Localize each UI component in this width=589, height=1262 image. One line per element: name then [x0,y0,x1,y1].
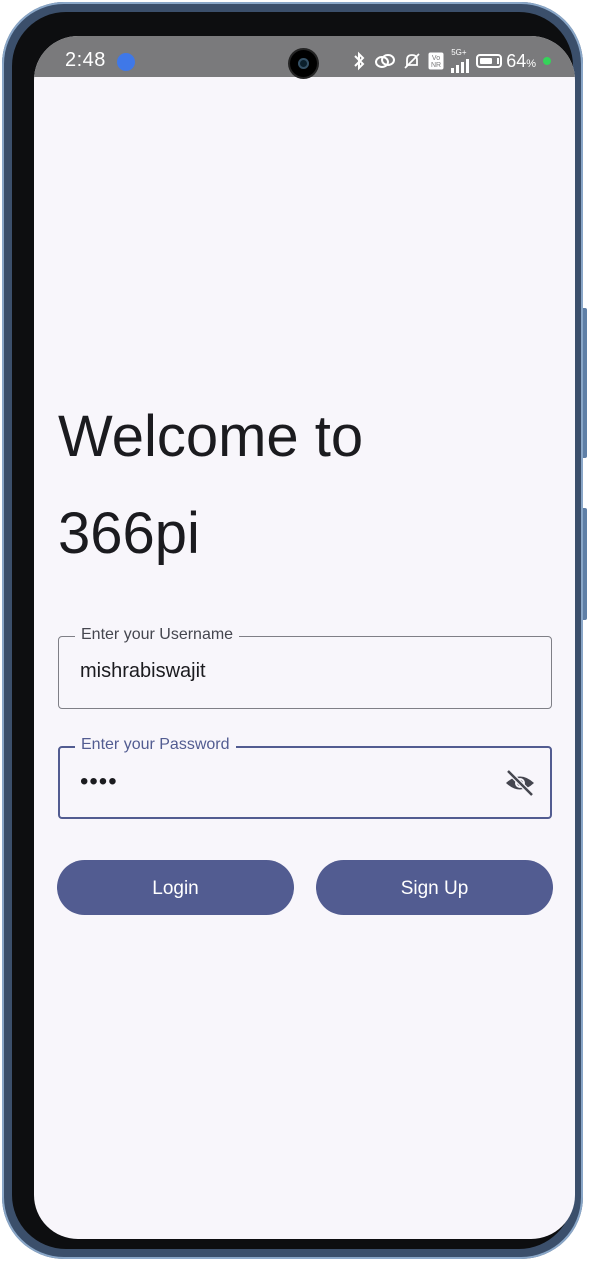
password-input[interactable]: •••• [80,768,118,796]
signal-icon: 5G+ [451,48,470,73]
signup-button[interactable]: Sign Up [316,860,553,915]
bluetooth-icon [351,51,367,71]
charging-indicator [543,57,551,65]
battery-percent: 64% [506,51,536,72]
password-field[interactable]: Enter your Password •••• [58,735,552,819]
power-button [583,508,587,620]
password-label: Enter your Password [75,735,236,755]
status-time: 2:48 [65,49,106,71]
battery-body [476,54,503,68]
username-field[interactable]: Enter your Username mishrabiswajit [58,625,552,709]
status-icons: Vo NR 5G+ 64% [351,48,551,74]
network-type-label: 5G+ [451,48,467,57]
volume-button [583,308,587,458]
welcome-title: Welcome to 366pi [58,404,364,566]
camera-lens [298,58,309,69]
volte-bottom-label: NR [431,62,441,69]
muted-bell-icon [403,52,421,70]
signal-bars [451,57,470,73]
link-icon [374,52,396,70]
battery-percent-value: 64 [506,50,527,71]
phone-frame: 2:48 Vo NR 5G+ 64% Welcome to 366pi Ente… [2,2,587,1259]
login-button[interactable]: Login [57,860,294,915]
phone-bezel: 2:48 Vo NR 5G+ 64% Welcome to 366pi Ente… [12,12,575,1249]
app-notification-icon [117,53,135,71]
username-label: Enter your Username [75,625,240,645]
username-input[interactable]: mishrabiswajit [80,660,206,683]
volte-top-label: Vo [432,55,440,62]
volte-icon: Vo NR [428,52,444,70]
status-bar: 2:48 Vo NR 5G+ 64% [34,36,575,77]
app-screen: 2:48 Vo NR 5G+ 64% Welcome to 366pi Ente… [34,36,575,1239]
battery-percent-unit: % [526,57,536,70]
front-camera [290,50,317,77]
eye-off-icon[interactable] [504,768,536,798]
battery-fill [480,58,493,64]
battery-icon [476,54,503,68]
